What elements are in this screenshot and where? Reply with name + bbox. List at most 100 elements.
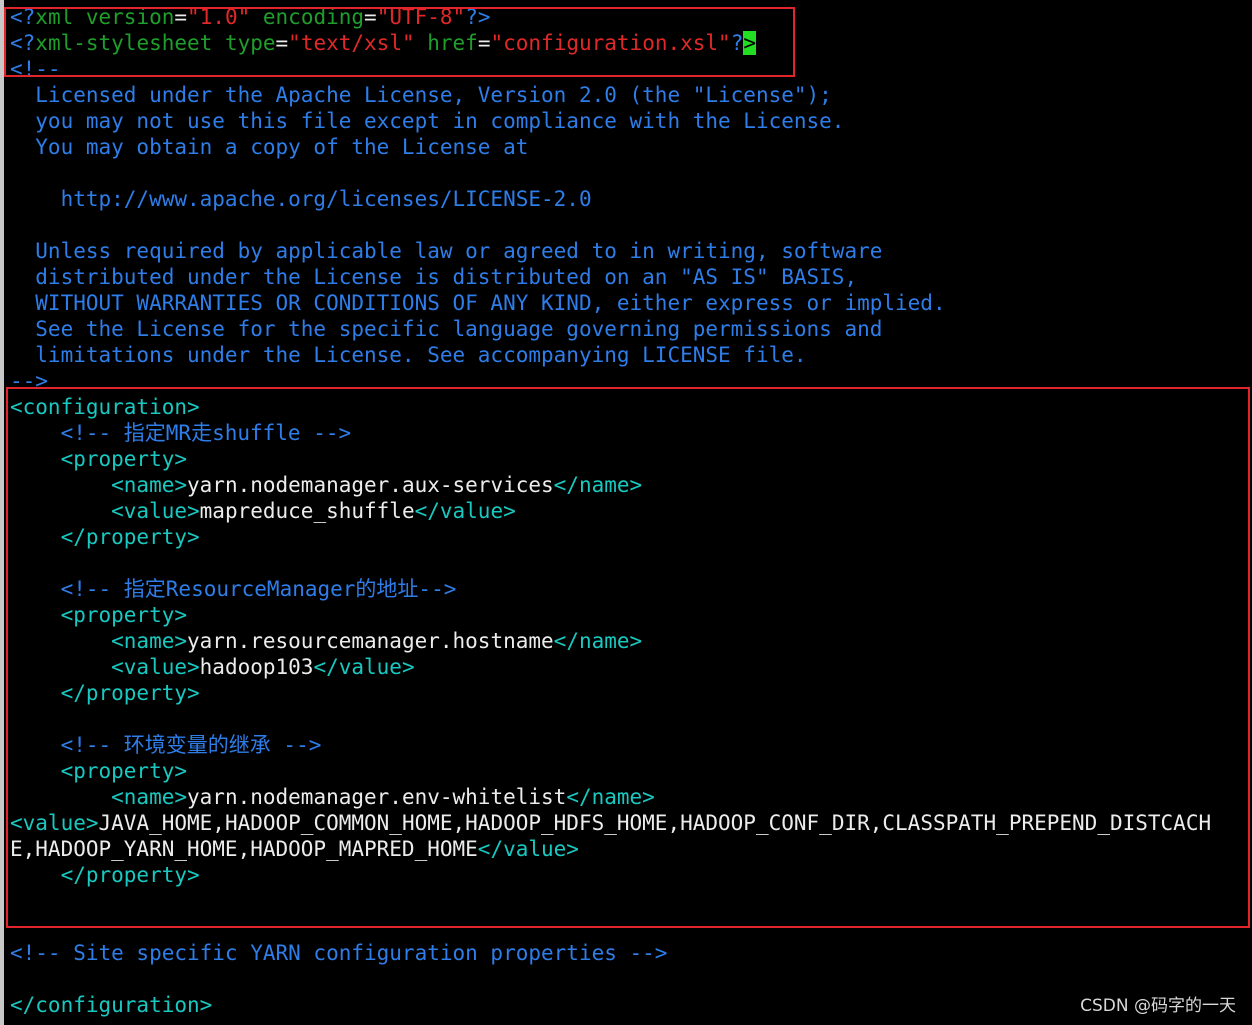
code-token: </name>: [553, 473, 643, 497]
code-token: <property>: [10, 759, 188, 783]
code-line[interactable]: [10, 966, 1252, 992]
code-token: <name>: [10, 629, 188, 653]
code-line[interactable]: </configuration>: [10, 992, 1252, 1018]
code-line[interactable]: <value>mapreduce_shuffle</value>: [10, 498, 1252, 524]
code-token: <configuration>: [10, 395, 200, 419]
code-token: </value>: [414, 499, 516, 523]
code-token: =: [364, 5, 377, 29]
code-token: yarn.resourcemanager.hostname: [187, 629, 554, 653]
code-line[interactable]: <!-- 指定ResourceManager的地址-->: [10, 576, 1252, 602]
code-token: You may obtain a copy of the License at: [10, 135, 529, 159]
code-line[interactable]: <!-- Site specific YARN configuration pr…: [10, 940, 1252, 966]
code-line[interactable]: -->: [10, 368, 1252, 394]
code-token: xml-stylesheet type: [35, 31, 276, 55]
code-token: </configuration>: [10, 993, 213, 1017]
code-line[interactable]: You may obtain a copy of the License at: [10, 134, 1252, 160]
watermark-text: CSDN @码字的一天: [1080, 996, 1236, 1016]
code-token: </value>: [313, 655, 415, 679]
code-line[interactable]: E,HADOOP_YARN_HOME,HADOOP_MAPRED_HOME</v…: [10, 836, 1252, 862]
code-token: "1.0": [187, 5, 251, 29]
code-token: <property>: [10, 603, 188, 627]
code-token: hadoop103: [199, 655, 314, 679]
code-token: </name>: [566, 785, 655, 809]
code-editor[interactable]: <?xml version="1.0" encoding="UTF-8"?> <?…: [10, 4, 1252, 1018]
code-token: <value>: [10, 655, 200, 679]
code-token: <!-- Site specific YARN configuration pr…: [10, 941, 668, 965]
code-token: -->: [10, 369, 48, 393]
code-line[interactable]: <value>JAVA_HOME,HADOOP_COMMON_HOME,HADO…: [10, 810, 1252, 836]
code-token: JAVA_HOME,HADOOP_COMMON_HOME,HADOOP_HDFS…: [98, 811, 1212, 835]
code-line[interactable]: <name>yarn.resourcemanager.hostname</nam…: [10, 628, 1252, 654]
code-line[interactable]: <name>yarn.nodemanager.env-whitelist</na…: [10, 784, 1252, 810]
text-cursor: >: [743, 31, 757, 55]
code-token: <name>: [10, 473, 188, 497]
code-line[interactable]: http://www.apache.org/licenses/LICENSE-2…: [10, 186, 1252, 212]
code-token: limitations under the License. See accom…: [10, 343, 807, 367]
code-line[interactable]: [10, 212, 1252, 238]
code-line[interactable]: <!-- 指定MR走shuffle -->: [10, 420, 1252, 446]
code-token: </value>: [477, 837, 579, 861]
code-token: <!--: [10, 57, 61, 81]
code-line[interactable]: [10, 550, 1252, 576]
code-token: ?>: [465, 5, 491, 29]
code-token: http://www.apache.org/licenses/LICENSE-2…: [10, 187, 592, 211]
code-line[interactable]: [10, 888, 1252, 914]
code-token: <property>: [10, 447, 188, 471]
code-token: mapreduce_shuffle: [199, 499, 415, 523]
code-token: </name>: [553, 629, 643, 653]
code-line[interactable]: <configuration>: [10, 394, 1252, 420]
code-line[interactable]: <property>: [10, 602, 1252, 628]
code-line[interactable]: </property>: [10, 680, 1252, 706]
code-token: distributed under the License is distrib…: [10, 265, 858, 289]
code-token: Licensed under the Apache License, Versi…: [10, 83, 832, 107]
code-line[interactable]: See the License for the specific languag…: [10, 316, 1252, 342]
code-token: <!-- 指定ResourceManager的地址-->: [10, 577, 457, 601]
code-line[interactable]: <value>hadoop103</value>: [10, 654, 1252, 680]
code-token: "UTF-8": [376, 5, 466, 29]
code-line[interactable]: <!-- 环境变量的继承 -->: [10, 732, 1252, 758]
window-left-border: [0, 0, 4, 1025]
code-token: WITHOUT WARRANTIES OR CONDITIONS OF ANY …: [10, 291, 946, 315]
code-token: <value>: [10, 499, 200, 523]
code-line[interactable]: </property>: [10, 524, 1252, 550]
code-line[interactable]: <?xml-stylesheet type="text/xsl" href="c…: [10, 30, 1252, 56]
code-token: "configuration.xsl": [490, 31, 731, 55]
code-token: xml version: [35, 5, 175, 29]
code-token: <!-- 指定MR走shuffle -->: [10, 421, 352, 445]
code-token: <?: [10, 31, 36, 55]
code-token: =: [275, 31, 289, 55]
code-line[interactable]: <property>: [10, 446, 1252, 472]
code-line[interactable]: <name>yarn.nodemanager.aux-services</nam…: [10, 472, 1252, 498]
code-token: E,HADOOP_YARN_HOME,HADOOP_MAPRED_HOME: [10, 837, 478, 861]
code-line[interactable]: <!--: [10, 56, 1252, 82]
code-line[interactable]: [10, 914, 1252, 940]
code-line[interactable]: [10, 706, 1252, 732]
code-line[interactable]: Licensed under the Apache License, Versi…: [10, 82, 1252, 108]
code-token: <?: [10, 5, 36, 29]
code-token: encoding: [250, 5, 365, 29]
code-token: <!-- 环境变量的继承 -->: [10, 733, 322, 757]
code-token: yarn.nodemanager.aux-services: [187, 473, 554, 497]
code-token: </property>: [10, 525, 200, 549]
code-token: </property>: [10, 681, 200, 705]
code-line[interactable]: limitations under the License. See accom…: [10, 342, 1252, 368]
code-line[interactable]: </property>: [10, 862, 1252, 888]
code-token: <value>: [10, 811, 99, 835]
code-line[interactable]: <?xml version="1.0" encoding="UTF-8"?>: [10, 4, 1252, 30]
code-token: <name>: [10, 785, 188, 809]
code-token: =: [477, 31, 491, 55]
code-token: href: [414, 31, 478, 55]
code-token: ?: [730, 31, 744, 55]
code-token: </property>: [10, 863, 200, 887]
code-token: See the License for the specific languag…: [10, 317, 883, 341]
code-token: =: [174, 5, 188, 29]
code-line[interactable]: WITHOUT WARRANTIES OR CONDITIONS OF ANY …: [10, 290, 1252, 316]
code-token: Unless required by applicable law or agr…: [10, 239, 883, 263]
code-token: yarn.nodemanager.env-whitelist: [187, 785, 567, 809]
code-line[interactable]: [10, 160, 1252, 186]
code-token: you may not use this file except in comp…: [10, 109, 845, 133]
code-line[interactable]: Unless required by applicable law or agr…: [10, 238, 1252, 264]
code-line[interactable]: <property>: [10, 758, 1252, 784]
code-line[interactable]: distributed under the License is distrib…: [10, 264, 1252, 290]
code-line[interactable]: you may not use this file except in comp…: [10, 108, 1252, 134]
